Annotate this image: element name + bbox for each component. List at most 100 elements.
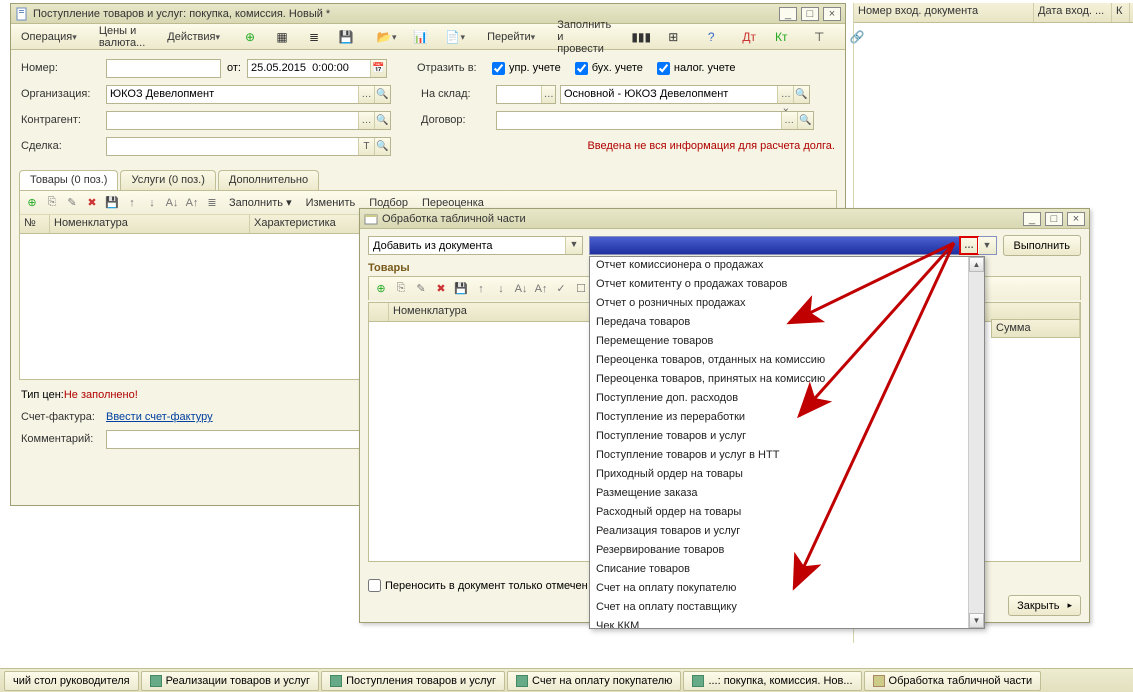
tb-save-icon[interactable]: 💾 xyxy=(331,27,361,47)
task-desktop[interactable]: чий стол руководителя xyxy=(4,671,139,691)
dropdown-item[interactable]: Переоценка товаров, отданных на комиссию xyxy=(590,352,984,371)
dropdown-item[interactable]: Отчет комиссионера о продажах xyxy=(590,257,984,276)
transfer-checkbox[interactable] xyxy=(368,579,381,592)
modal-max-button[interactable]: □ xyxy=(1045,212,1063,226)
tb-dk2-icon[interactable]: Кт xyxy=(766,27,796,47)
cp-choose-icon[interactable]: … xyxy=(358,112,374,129)
deal-search-icon[interactable]: 🔍 xyxy=(374,138,390,155)
m-check-icon[interactable]: ✓ xyxy=(552,280,570,298)
tb-folder-icon[interactable]: 📂 xyxy=(369,27,404,47)
mini-del-icon[interactable]: ✖ xyxy=(83,194,101,212)
mcol-sum[interactable]: Сумма xyxy=(992,320,1080,337)
dropdown-item[interactable]: Отчет о розничных продажах xyxy=(590,295,984,314)
deal-t-icon[interactable]: T xyxy=(358,138,374,155)
chk-upr[interactable] xyxy=(492,62,505,75)
task-receipts[interactable]: Поступления товаров и услуг xyxy=(321,671,505,691)
mini-sort1-icon[interactable]: A↓ xyxy=(163,194,181,212)
revalue-button[interactable]: Переоценка xyxy=(416,197,490,209)
tb-list-icon[interactable]: ≣ xyxy=(299,27,329,47)
cp-search-icon[interactable]: 🔍 xyxy=(374,112,390,129)
calendar-icon[interactable]: 📅 xyxy=(370,60,386,77)
dropdown-item[interactable]: Перемещение товаров xyxy=(590,333,984,352)
modal-titlebar[interactable]: Обработка табличной части _ □ × xyxy=(360,209,1089,229)
tb-sheet-icon[interactable]: ▦ xyxy=(267,27,297,47)
dropdown-item[interactable]: Поступление доп. расходов xyxy=(590,390,984,409)
dropdown-item[interactable]: Резервирование товаров xyxy=(590,542,984,561)
tb-link-icon[interactable]: 🔗 xyxy=(842,27,872,47)
dropdown-item[interactable]: Передача товаров xyxy=(590,314,984,333)
task-invoice[interactable]: Счет на оплату покупателю xyxy=(507,671,681,691)
operation-menu[interactable]: Операция xyxy=(14,27,84,47)
chevron-down-icon[interactable]: ▼ xyxy=(565,237,582,254)
wh-clear-icon[interactable]: …× xyxy=(777,86,793,103)
tab-extra[interactable]: Дополнительно xyxy=(218,170,319,190)
org-choose-icon[interactable]: … xyxy=(358,86,374,103)
chevron-down-icon[interactable]: ▼ xyxy=(978,237,996,254)
m-uncheck-icon[interactable]: ☐ xyxy=(572,280,590,298)
col-k[interactable]: К xyxy=(1112,3,1130,22)
tb-t-icon[interactable]: ⊤ xyxy=(804,27,834,47)
dropdown-item[interactable]: Отчет комитенту о продажах товаров xyxy=(590,276,984,295)
chk-nal[interactable] xyxy=(657,62,670,75)
dropdown-item[interactable]: Чек ККМ xyxy=(590,618,984,629)
mcol-check[interactable] xyxy=(369,303,389,321)
change-button[interactable]: Изменить xyxy=(300,197,362,209)
deal-field[interactable]: T🔍 xyxy=(106,137,391,156)
date-field[interactable]: 📅 xyxy=(247,59,387,78)
fill-menu[interactable]: Заполнить ▾ xyxy=(223,196,298,209)
dropdown-item[interactable]: Поступление товаров и услуг в НТТ xyxy=(590,447,984,466)
add-from-combo[interactable]: Добавить из документа ▼ xyxy=(368,236,583,255)
dropdown-item[interactable]: Расходный ордер на товары xyxy=(590,504,984,523)
contract-field[interactable]: …🔍 xyxy=(496,111,814,130)
actions-menu[interactable]: Действия xyxy=(160,27,227,47)
m-save-icon[interactable]: 💾 xyxy=(452,280,470,298)
m-edit-icon[interactable]: ✎ xyxy=(412,280,430,298)
org-search-icon[interactable]: 🔍 xyxy=(374,86,390,103)
tb-barcode-icon[interactable]: ▮▮▮ xyxy=(626,27,656,47)
m-del-icon[interactable]: ✖ xyxy=(432,280,450,298)
warehouse-short[interactable]: … xyxy=(496,85,556,104)
dropdown-item[interactable]: Счет на оплату поставщику xyxy=(590,599,984,618)
mini-down-icon[interactable]: ↓ xyxy=(143,194,161,212)
number-field[interactable] xyxy=(106,59,221,78)
dropdown-item[interactable]: Переоценка товаров, принятых на комиссию xyxy=(590,371,984,390)
tab-services[interactable]: Услуги (0 поз.) xyxy=(120,170,215,190)
m-up-icon[interactable]: ↑ xyxy=(472,280,490,298)
cp-field[interactable]: …🔍 xyxy=(106,111,391,130)
invoice-link[interactable]: Ввести счет-фактуру xyxy=(106,411,213,423)
dropdown-scrollbar[interactable]: ▲ ▼ xyxy=(968,257,984,628)
task-current[interactable]: ...: покупка, комиссия. Нов... xyxy=(683,671,861,691)
modal-close-button[interactable]: × xyxy=(1067,212,1085,226)
dropdown-item[interactable]: Счет на оплату покупателю xyxy=(590,580,984,599)
m-down-icon[interactable]: ↓ xyxy=(492,280,510,298)
tb-help-icon[interactable]: ? xyxy=(696,27,726,47)
dropdown-item[interactable]: Размещение заказа xyxy=(590,485,984,504)
wh-search-icon[interactable]: 🔍 xyxy=(793,86,809,103)
col-nom[interactable]: Номенклатура xyxy=(50,215,250,233)
col-inbound-num[interactable]: Номер вход. документа xyxy=(854,3,1034,22)
tab-goods[interactable]: Товары (0 поз.) xyxy=(19,170,118,190)
ct-choose-icon[interactable]: … xyxy=(781,112,797,129)
col-n[interactable]: № xyxy=(20,215,50,233)
fill-post-button[interactable]: Заполнить и провести xyxy=(550,27,618,47)
run-button[interactable]: Выполнить xyxy=(1003,235,1081,256)
tb-add-icon[interactable]: ⊕ xyxy=(235,27,265,47)
mini-edit-icon[interactable]: ✎ xyxy=(63,194,81,212)
close-button[interactable]: × xyxy=(823,7,841,21)
mini-up-icon[interactable]: ↑ xyxy=(123,194,141,212)
main-titlebar[interactable]: Поступление товаров и услуг: покупка, ко… xyxy=(11,4,845,24)
mini-sort2-icon[interactable]: A↑ xyxy=(183,194,201,212)
modal-min-button[interactable]: _ xyxy=(1023,212,1041,226)
tb-report-icon[interactable]: 📊 xyxy=(406,27,436,47)
chk-buh[interactable] xyxy=(575,62,588,75)
tb-dk1-icon[interactable]: Дт xyxy=(734,27,764,47)
scroll-down-icon[interactable]: ▼ xyxy=(969,613,984,628)
tb-grid-icon[interactable]: ⊞ xyxy=(658,27,688,47)
ct-search-icon[interactable]: 🔍 xyxy=(797,112,813,129)
maximize-button[interactable]: □ xyxy=(801,7,819,21)
m-sort1-icon[interactable]: A↓ xyxy=(512,280,530,298)
dropdown-item[interactable]: Поступление товаров и услуг xyxy=(590,428,984,447)
goto-menu[interactable]: Перейти xyxy=(480,27,542,47)
warehouse-field[interactable]: …× 🔍 xyxy=(560,85,810,104)
scroll-up-icon[interactable]: ▲ xyxy=(969,257,984,272)
